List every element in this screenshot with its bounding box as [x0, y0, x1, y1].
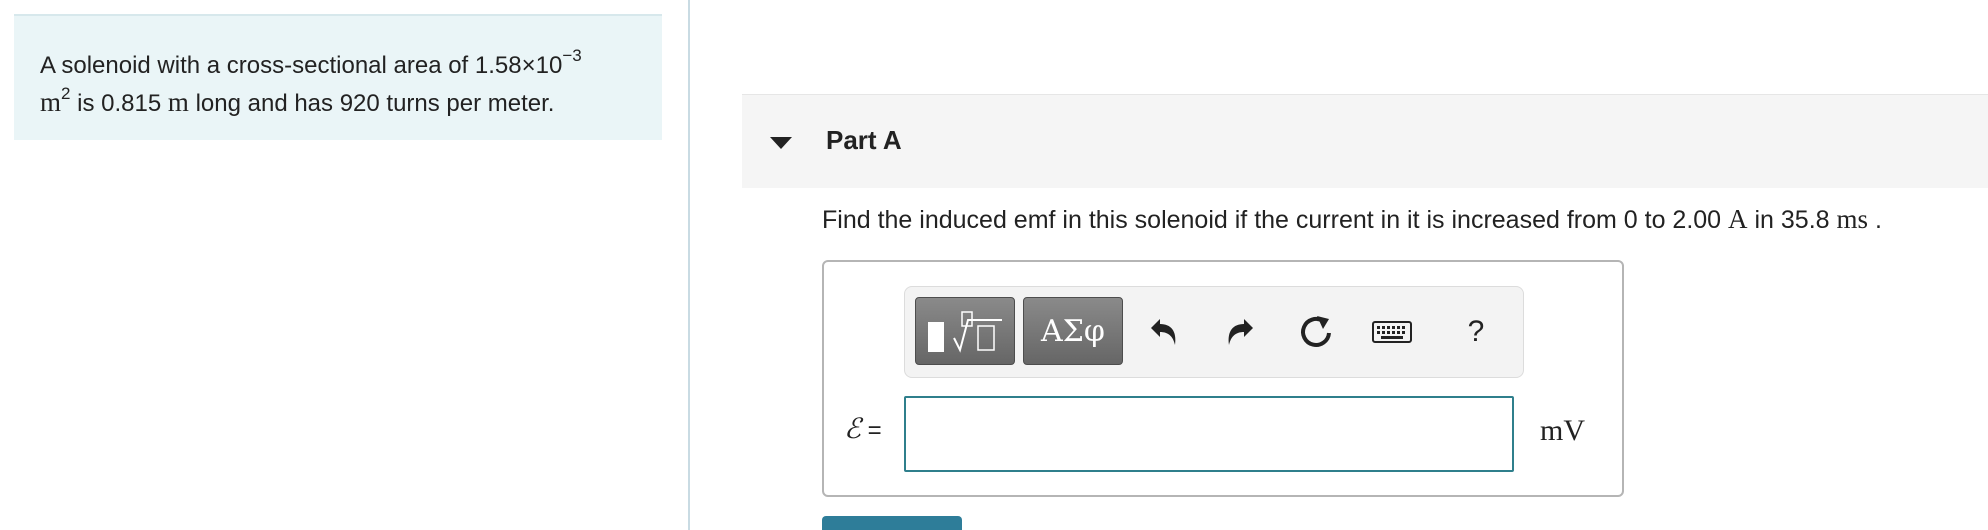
question-text-1: Find the induced emf in this solenoid if…: [822, 206, 1729, 234]
context-unit-m: m: [40, 87, 62, 117]
answer-input[interactable]: [904, 396, 1514, 472]
column-divider: [688, 0, 690, 530]
context-text-2: is 0.815: [70, 90, 168, 117]
greek-symbols-button[interactable]: ΑΣφ: [1023, 297, 1123, 365]
context-text-3: long and has 920 turns per meter.: [188, 90, 555, 117]
help-button[interactable]: ?: [1453, 309, 1499, 355]
question-text-3: .: [1868, 206, 1882, 234]
collapse-caret-icon[interactable]: [770, 137, 792, 149]
undo-button[interactable]: [1141, 309, 1187, 355]
context-text-1: A solenoid with a cross-sectional area o…: [40, 52, 563, 79]
undo-icon: [1151, 319, 1176, 345]
problem-context: A solenoid with a cross-sectional area o…: [14, 14, 662, 140]
templates-button[interactable]: [915, 297, 1015, 365]
answer-unit: mV: [1540, 414, 1585, 447]
emf-label: ℰ =: [844, 412, 882, 445]
context-exponent-1: −3: [562, 46, 582, 65]
question-unit-amp: A: [1728, 204, 1748, 234]
math-toolbar: ΑΣφ ?: [904, 286, 1524, 378]
reset-button[interactable]: [1293, 309, 1339, 355]
submit-button[interactable]: [822, 516, 962, 530]
question-text-2: in 35.8: [1747, 206, 1837, 234]
context-exponent-2: 2: [61, 84, 71, 103]
reset-icon: [1301, 316, 1331, 347]
emf-symbol: ℰ: [844, 412, 861, 445]
keyboard-button[interactable]: [1369, 309, 1415, 355]
context-unit-length: m: [167, 87, 189, 117]
question-text: Find the induced emf in this solenoid if…: [822, 204, 1882, 235]
app-root: A solenoid with a cross-sectional area o…: [0, 0, 1988, 530]
redo-icon: [1228, 319, 1253, 345]
templates-icon: [928, 311, 1002, 353]
redo-button[interactable]: [1217, 309, 1263, 355]
part-a-header[interactable]: Part A: [742, 94, 1988, 188]
answer-box: ΑΣφ ? ℰ = mV: [822, 260, 1624, 497]
question-unit-ms: ms: [1836, 204, 1868, 234]
part-title: Part A: [826, 125, 902, 155]
equals-sign: =: [860, 417, 882, 444]
keyboard-icon: [1372, 321, 1412, 343]
